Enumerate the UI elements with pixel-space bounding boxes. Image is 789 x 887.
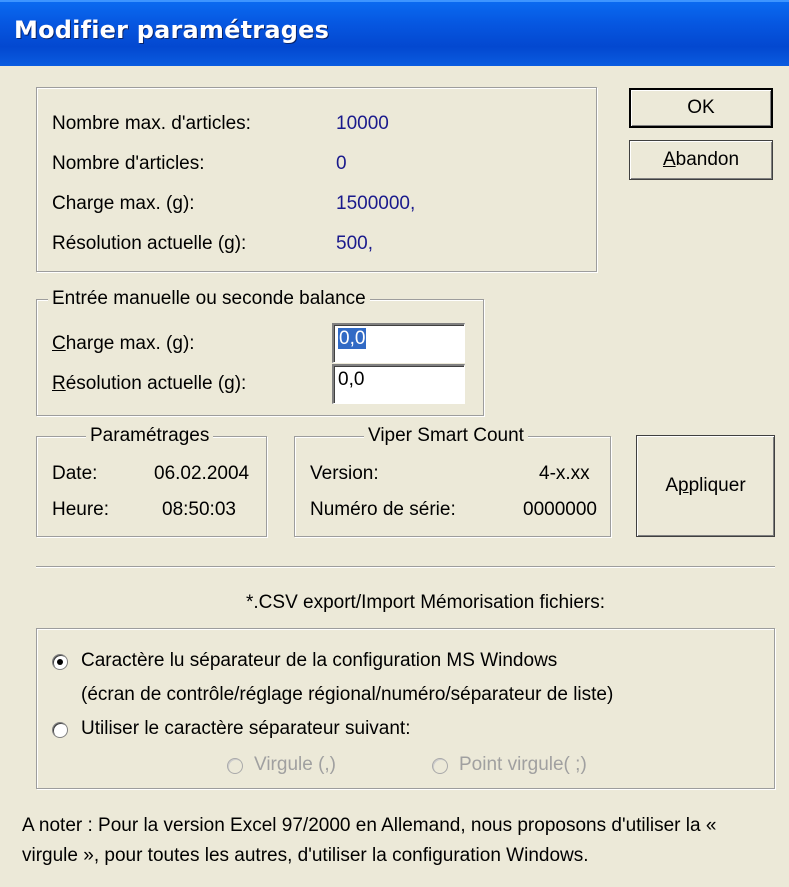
title-bar[interactable]: Modifier paramétrages [0,0,789,66]
radio-semicolon[interactable] [432,758,448,774]
max-load-label: Charge max. (g): [52,193,195,214]
date-value: 06.02.2004 [154,463,250,484]
ok-button-label: OK [687,97,715,118]
articles-label: Nombre d'articles: [52,153,205,174]
radio-windows-separator-hint: (écran de contrôle/réglage régional/numé… [81,684,614,705]
radio-custom-separator-label: Utiliser le caractère séparateur suivant… [81,718,411,739]
serial-value: 0000000 [523,499,597,520]
radio-custom-separator[interactable] [52,722,68,738]
resolution-value: 500, [336,233,373,254]
time-value: 08:50:03 [162,499,236,520]
viper-group [294,436,611,537]
date-label: Date: [52,463,98,484]
max-articles-label: Nombre max. d'articles: [52,113,251,134]
manual-resolution-label: Résolution actuelle (g): [52,373,247,394]
radio-comma[interactable] [227,758,243,774]
csv-heading: *.CSV export/Import Mémorisation fichier… [246,592,606,613]
window-title: Modifier paramétrages [14,16,330,44]
cancel-button-label: Abandon [662,149,740,170]
ok-button[interactable]: OK [629,88,773,128]
time-label: Heure: [52,499,110,520]
resolution-label: Résolution actuelle (g): [52,233,247,254]
note-line-1: A noter : Pour la version Excel 97/2000 … [22,815,717,836]
settings-legend: Paramétrages [86,426,214,446]
radio-semicolon-label: Point virgule( ;) [459,754,587,775]
manual-charge-input[interactable]: 0,0 [332,323,465,363]
manual-charge-value: 0,0 [338,328,367,349]
apply-button-label: Appliquer [665,475,746,496]
cancel-button[interactable]: Abandon [629,140,773,180]
radio-windows-separator-label: Caractère lu séparateur de la configurat… [81,650,558,671]
version-label: Version: [310,463,379,484]
manual-entry-legend: Entrée manuelle ou seconde balance [48,289,370,309]
radio-comma-label: Virgule (,) [254,754,337,775]
serial-label: Numéro de série: [310,499,456,520]
articles-value: 0 [336,153,347,174]
max-load-value: 1500000, [336,193,416,214]
separator [36,566,775,568]
note-line-2: virgule », pour toutes les autres, d'uti… [22,845,589,866]
manual-resolution-input[interactable]: 0,0 [332,364,465,404]
viper-legend: Viper Smart Count [364,426,528,446]
radio-windows-separator[interactable] [52,654,68,670]
version-value: 4-x.xx [539,463,590,484]
manual-charge-label: Charge max. (g): [52,333,195,354]
max-articles-value: 10000 [336,113,389,134]
settings-group [36,436,267,537]
manual-resolution-value: 0,0 [338,369,365,390]
apply-button[interactable]: Appliquer [636,435,775,537]
